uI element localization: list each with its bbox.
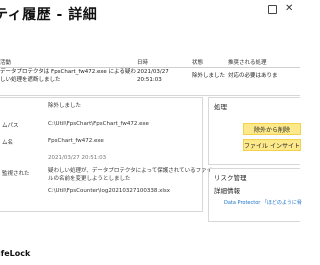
- event-time: 20:51:03: [137, 77, 162, 83]
- data-protector-link[interactable]: Data Protector 「ほどのように脅: [224, 199, 302, 206]
- event-status: 除外しました: [192, 73, 226, 79]
- detail-value: FpsChart_fw472.exe: [48, 138, 104, 144]
- file-insight-button[interactable]: ファイル インサイト: [243, 139, 301, 151]
- window-title: ティ履歴 - 詳細: [0, 7, 98, 23]
- event-table-header: 活動 日時 状態 推奨される処理: [0, 55, 300, 67]
- risk-panel: リスク管理 詳細情報 Data Protector 「ほどのように脅: [208, 168, 302, 222]
- help-icon[interactable]: [268, 5, 277, 14]
- event-recommended: 対応の必要はありま: [228, 73, 278, 79]
- detail-value: 2021/03/27 20:51:03: [48, 155, 107, 161]
- event-activity-line2: しい処理を遮断しました: [0, 77, 61, 83]
- detail-value: C:\Util\FpsChart\FpsChart_fw472.exe: [48, 121, 149, 127]
- detail-value: 疑わしい処理が、データプロテクタによって保護されているファイ: [48, 168, 213, 174]
- header-activity[interactable]: 活動: [0, 58, 11, 66]
- detail-value: 除外しました: [48, 103, 82, 109]
- details-panel: 除外しました ムパス C:\Util\FpsChart\FpsChart_fw4…: [0, 97, 212, 212]
- detail-value-line2: ルの名前を変更しようとしました: [48, 176, 131, 182]
- title-bar: ティ履歴 - 詳細 ✕: [0, 0, 300, 24]
- event-activity-line1: データプロテクタは FpsChart_fw472.exe による疑わ: [0, 69, 136, 75]
- header-recommended[interactable]: 推奨される処理: [228, 58, 267, 66]
- event-date: 2021/03/27: [137, 69, 169, 75]
- lifelock-logo: ifeLock: [0, 249, 31, 258]
- section-divider: [0, 95, 300, 96]
- footer: ifeLock: [0, 244, 300, 265]
- action-panel-title: 処理: [214, 103, 227, 111]
- detail-value: C:\Util\FpsCounter\log20210327100338.xls…: [48, 188, 171, 194]
- header-status[interactable]: 状態: [192, 58, 203, 66]
- detail-label: 監視された: [2, 171, 30, 177]
- detail-label: ムパス: [2, 123, 19, 129]
- header-datetime[interactable]: 日時: [137, 58, 148, 66]
- risk-panel-title: リスク管理: [214, 174, 247, 182]
- risk-details-heading: 詳細情報: [214, 187, 240, 195]
- action-panel: 処理 除外から削除 ファイル インサイト: [208, 97, 301, 165]
- remove-from-exclusion-button[interactable]: 除外から削除: [243, 123, 301, 135]
- close-icon[interactable]: ✕: [285, 4, 294, 14]
- event-row[interactable]: データプロテクタは FpsChart_fw472.exe による疑わ しい処理を…: [0, 68, 300, 90]
- detail-label: ム名: [2, 140, 14, 146]
